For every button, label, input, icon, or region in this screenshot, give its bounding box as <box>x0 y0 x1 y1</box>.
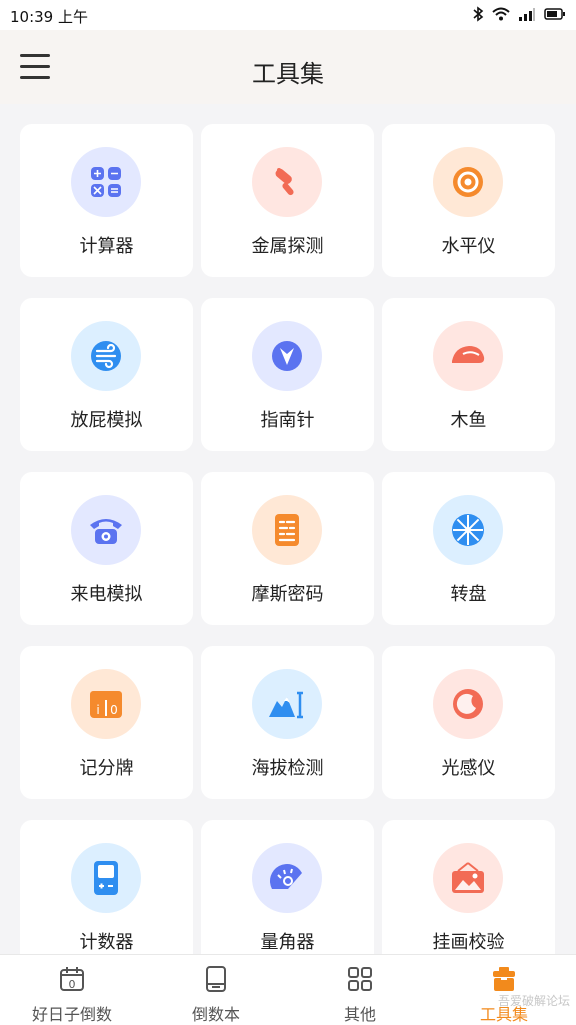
nav-tab[interactable]: 0 好日子倒数 <box>0 955 144 1025</box>
status-icons <box>472 6 566 22</box>
tool-card[interactable]: 光感仪 <box>382 646 555 799</box>
grid-icon <box>346 965 374 993</box>
bluetooth-icon <box>473 6 484 22</box>
nav-tab-label: 好日子倒数 <box>31 1005 112 1024</box>
tool-label: 放屁模拟 <box>70 410 143 431</box>
nav-tab-label: 其他 <box>343 1005 376 1024</box>
compass-icon <box>252 321 322 391</box>
toolbox-icon <box>490 965 518 993</box>
protractor-icon <box>252 843 322 913</box>
nav-tab[interactable]: 倒数本 <box>144 955 288 1025</box>
tools-grid: 计算器 金属探测 水平仪放屁模拟 指南针 木鱼来电模拟 摩斯密码 转盘 i 0 记分牌 海拔检测 光感… <box>20 124 556 954</box>
tool-label: 水平仪 <box>441 236 496 257</box>
tool-label: 摩斯密码 <box>251 584 324 605</box>
page-title: 工具集 <box>252 60 324 88</box>
tool-card[interactable]: 摩斯密码 <box>201 472 374 625</box>
tool-card[interactable]: 来电模拟 <box>20 472 193 625</box>
battery-icon <box>544 8 565 20</box>
tool-label: 来电模拟 <box>70 584 143 605</box>
tool-label: 记分牌 <box>79 758 134 779</box>
tool-label: 计数器 <box>79 932 134 953</box>
wifi-icon <box>492 7 510 21</box>
tool-label: 指南针 <box>260 410 315 431</box>
altitude-icon <box>252 669 322 739</box>
status-bar: 10:39 上午 <box>0 0 576 30</box>
wooden-fish-icon <box>433 321 503 391</box>
notebook-icon <box>202 965 230 993</box>
status-time: 10:39 上午 <box>10 8 88 26</box>
wind-icon <box>71 321 141 391</box>
tool-card[interactable]: 挂画校验 <box>382 820 555 954</box>
tool-label: 计算器 <box>79 236 134 257</box>
nav-tab[interactable]: 工具集 <box>432 955 576 1025</box>
morse-code-icon <box>252 495 322 565</box>
tool-card[interactable]: 水平仪 <box>382 124 555 277</box>
tool-card[interactable]: 计数器 <box>20 820 193 954</box>
svg-text:0: 0 <box>110 703 118 717</box>
tool-card[interactable]: 海拔检测 <box>201 646 374 799</box>
watermark: 吾爱破解论坛 <box>497 994 570 1008</box>
metal-detector-icon <box>252 147 322 217</box>
calculator-icon <box>71 147 141 217</box>
tool-label: 转盘 <box>450 584 487 605</box>
tool-card[interactable]: 放屁模拟 <box>20 298 193 451</box>
counter-icon <box>71 843 141 913</box>
nav-tab-label: 倒数本 <box>191 1005 240 1024</box>
light-sensor-icon <box>433 669 503 739</box>
nav-tab[interactable]: 其他 <box>288 955 432 1025</box>
calendar-icon: 0 <box>58 965 86 993</box>
tool-card[interactable]: 转盘 <box>382 472 555 625</box>
tool-card[interactable]: 金属探测 <box>201 124 374 277</box>
phone-icon <box>71 495 141 565</box>
tool-label: 金属探测 <box>251 236 324 257</box>
picture-frame-icon <box>433 843 503 913</box>
tool-card[interactable]: i 0 记分牌 <box>20 646 193 799</box>
tool-card[interactable]: 指南针 <box>201 298 374 451</box>
tool-label: 量角器 <box>260 932 315 953</box>
tool-card[interactable]: 木鱼 <box>382 298 555 451</box>
scoreboard-icon: i0 <box>71 669 141 739</box>
tool-label: 挂画校验 <box>432 932 505 953</box>
bottom-navigation: 0 好日子倒数 倒数本 其他 工具集 <box>0 954 576 1025</box>
tool-label: 木鱼 <box>450 410 487 431</box>
wheel-icon <box>433 495 503 565</box>
app-header: 工具集 <box>0 30 576 104</box>
tool-label: 光感仪 <box>441 758 496 779</box>
tool-card[interactable]: 量角器 <box>201 820 374 954</box>
svg-text:i: i <box>96 703 99 717</box>
signal-icon <box>519 8 535 21</box>
tool-card[interactable]: 计算器 <box>20 124 193 277</box>
tool-label: 海拔检测 <box>251 758 324 779</box>
svg-text:0: 0 <box>69 978 76 991</box>
level-icon <box>433 147 503 217</box>
